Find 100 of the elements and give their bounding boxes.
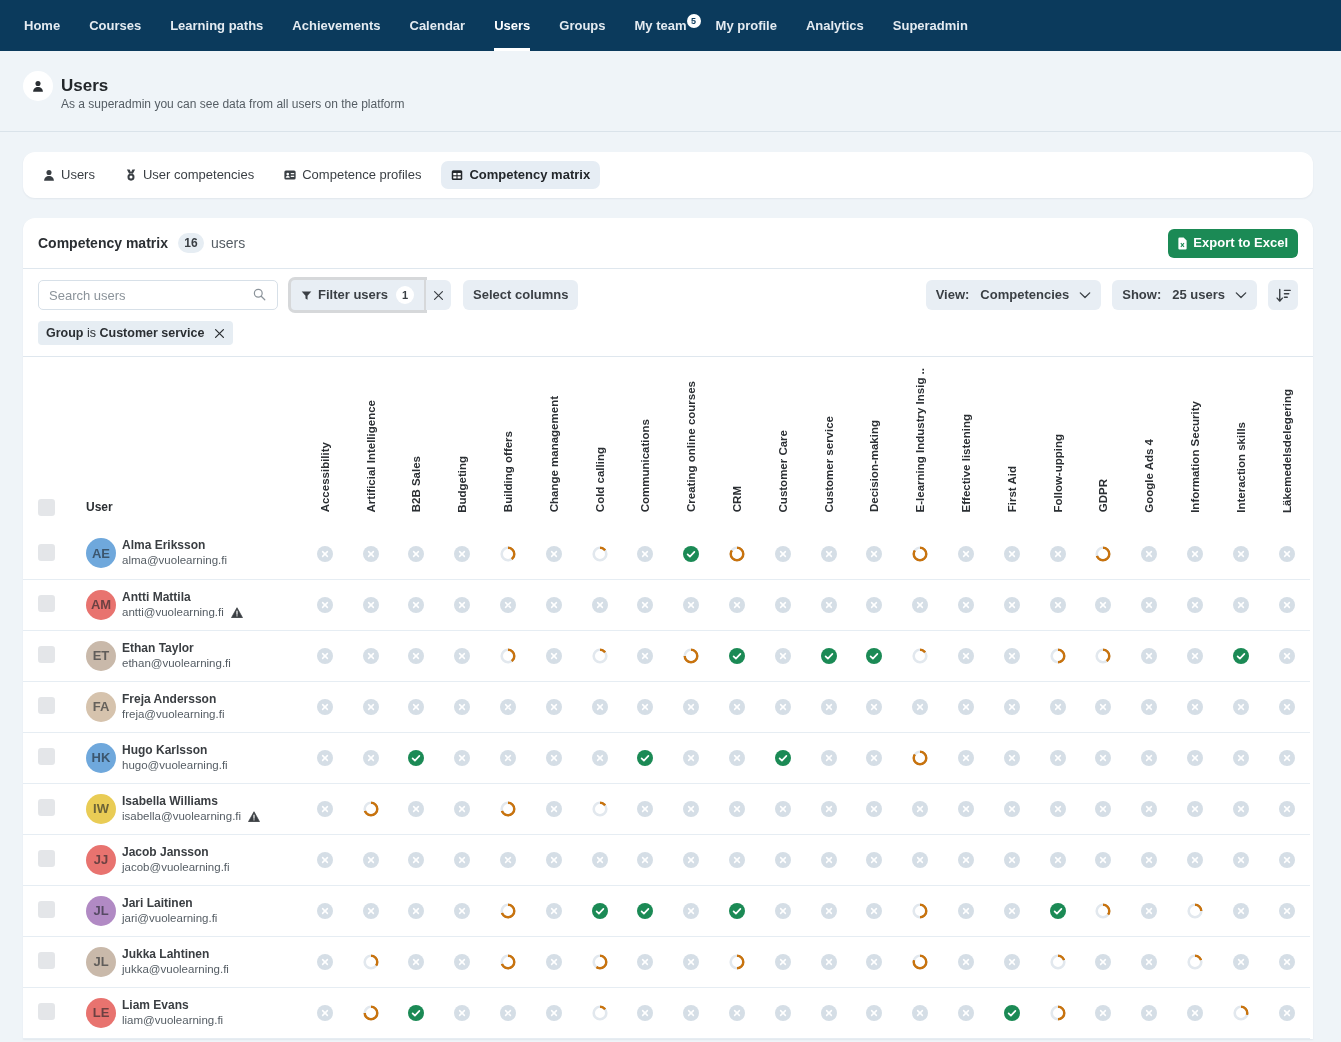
cross-circle-icon [316,852,333,869]
cross-circle-icon [1095,852,1112,869]
cross-circle-icon [729,699,746,716]
cross-circle-icon [408,903,425,920]
progress-ring [1049,954,1066,971]
row-checkbox[interactable] [38,900,55,918]
cross-circle-icon [1141,1005,1158,1022]
row-checkbox[interactable] [38,696,55,714]
close-icon [214,327,226,339]
nav-link[interactable]: Users [494,0,531,51]
cross-circle-icon [958,597,975,614]
close-icon [433,289,445,301]
cross-circle-icon [1141,903,1158,920]
check-circle-icon [1049,903,1066,920]
cross-circle-icon [454,750,471,767]
row-checkbox[interactable] [38,849,55,867]
cross-circle-icon [729,597,746,614]
cross-circle-icon [820,903,837,920]
page-title: Users [61,76,110,96]
export-button[interactable]: Export to Excel [1168,228,1298,258]
filter-button[interactable]: Filter users 1 [291,280,425,310]
cross-circle-icon [1232,852,1249,869]
check-circle-icon [1232,648,1249,665]
cross-circle-icon [1141,699,1158,716]
row-checkbox[interactable] [38,1002,55,1020]
cross-circle-icon [1095,954,1112,971]
cross-circle-icon [820,801,837,818]
progress-ring [362,1005,379,1022]
cross-circle-icon [683,801,700,818]
select-columns-button[interactable]: Select columns [463,280,579,310]
nav-link[interactable]: Courses [89,0,142,51]
sort-button[interactable] [1268,280,1298,310]
cross-circle-icon [866,801,883,818]
column-header: Building offers [501,431,516,513]
user-email: jacob@vuolearning.fi [122,859,230,875]
column-header: Creating online courses [684,381,699,513]
tab[interactable]: Users [33,161,105,189]
column-header: Customer service [821,415,836,513]
cross-circle-icon [545,699,562,716]
cross-circle-icon [1278,750,1295,767]
user-email: liam@vuolearning.fi [122,1012,224,1028]
nav-link[interactable]: Groups [559,0,606,51]
nav-link[interactable]: Superadmin [892,0,968,51]
page-size-dropdown[interactable]: Show: 25 users [1112,280,1257,310]
nav-link[interactable]: Achievements [292,0,381,51]
cross-circle-icon [866,699,883,716]
cross-circle-icon [1049,699,1066,716]
user-name: Jacob Jansson [122,844,210,860]
select-all-checkbox[interactable] [38,498,55,516]
user-name: Alma Eriksson [122,538,207,554]
column-header: GDPR [1096,479,1111,513]
tab[interactable]: Competence profiles [274,161,432,189]
row-checkbox[interactable] [38,747,55,765]
cross-circle-icon [1141,750,1158,767]
cross-circle-icon [774,954,791,971]
cross-circle-icon [316,1005,333,1022]
nav-link[interactable]: Learning paths [170,0,264,51]
progress-ring [500,903,517,920]
cross-circle-icon [316,750,333,767]
tab[interactable]: Competency matrix [441,161,601,189]
cross-circle-icon [500,750,517,767]
cross-circle-icon [454,648,471,665]
cross-circle-icon [362,648,379,665]
cross-circle-icon [637,546,654,563]
progress-ring [500,801,517,818]
column-header: Effective listening [959,414,974,513]
cross-circle-icon [1187,1005,1204,1022]
cross-circle-icon [1141,852,1158,869]
row-checkbox[interactable] [38,645,55,663]
cross-circle-icon [1187,852,1204,869]
column-header: Customer Care [775,430,790,513]
cross-circle-icon [1187,648,1204,665]
nav-link[interactable]: Analytics [805,0,864,51]
search-field[interactable]: Search users [38,280,278,310]
cross-circle-icon [316,801,333,818]
cross-circle-icon [866,903,883,920]
progress-ring [912,648,929,665]
tab[interactable]: User competencies [114,161,265,189]
cross-circle-icon [316,954,333,971]
clear-filter-button[interactable] [426,280,452,310]
cross-circle-icon [408,546,425,563]
progress-ring [362,801,379,818]
row-checkbox[interactable] [38,543,55,561]
nav-link[interactable]: My team [634,0,687,51]
cross-circle-icon [545,750,562,767]
row-checkbox[interactable] [38,798,55,816]
cross-circle-icon [866,1005,883,1022]
user-name: Liam Evans [122,997,190,1013]
row-checkbox[interactable] [38,594,55,612]
cross-circle-icon [958,750,975,767]
view-dropdown[interactable]: View: Competencies [925,280,1102,310]
row-checkbox[interactable] [38,951,55,969]
user-name: Ethan Taylor [122,640,195,656]
nav-link[interactable]: Home [24,0,61,51]
cross-circle-icon [774,852,791,869]
cross-circle-icon [1232,699,1249,716]
nav-link[interactable]: My profile [715,0,777,51]
nav-link[interactable]: Calendar [409,0,466,51]
user-email: freja@vuolearning.fi [122,706,225,722]
progress-ring [1187,903,1204,920]
